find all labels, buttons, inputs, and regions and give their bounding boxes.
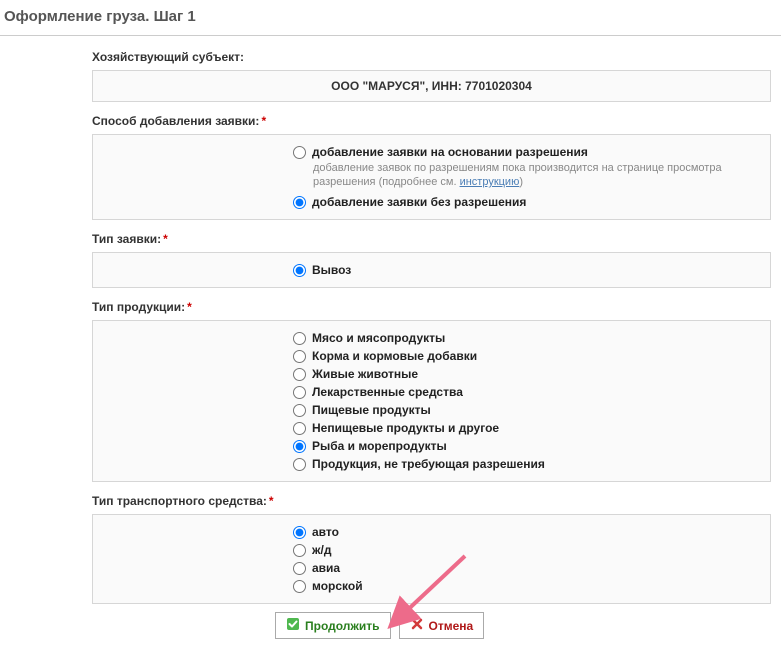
button-row: Продолжить Отмена [275, 612, 771, 639]
option-label: добавление заявки без разрешения [312, 194, 526, 210]
product-type-option-7[interactable]: Продукция, не требующая разрешения [293, 455, 760, 473]
add-method-label: Способ добавления заявки:* [10, 110, 771, 132]
product-type-option-2[interactable]: Живые животные [293, 365, 760, 383]
product-type-radio-0[interactable] [293, 332, 306, 345]
option-label: авто [312, 524, 339, 540]
add-method-radio-1[interactable] [293, 196, 306, 209]
subject-label: Хозяйствующий субъект: [10, 46, 771, 68]
form-panel: Хозяйствующий субъект: ООО "МАРУСЯ", ИНН… [0, 35, 781, 657]
transport-type-option-1[interactable]: ж/д [293, 541, 760, 559]
transport-type-radio-1[interactable] [293, 544, 306, 557]
option-label: Продукция, не требующая разрешения [312, 456, 545, 472]
request-type-options: Вывоз [92, 252, 771, 288]
cancel-icon [410, 617, 424, 634]
cancel-button[interactable]: Отмена [399, 612, 485, 639]
option-label: морской [312, 578, 363, 594]
instruction-link[interactable]: инструкцию [460, 176, 520, 188]
product-type-option-4[interactable]: Пищевые продукты [293, 401, 760, 419]
product-type-radio-1[interactable] [293, 350, 306, 363]
add-method-option-1[interactable]: добавление заявки без разрешения [293, 193, 760, 211]
continue-button[interactable]: Продолжить [275, 612, 391, 639]
option-label: Живые животные [312, 366, 418, 382]
product-type-radio-2[interactable] [293, 368, 306, 381]
product-type-label: Тип продукции:* [10, 296, 771, 318]
continue-button-label: Продолжить [305, 619, 380, 633]
transport-type-radio-0[interactable] [293, 526, 306, 539]
transport-type-radio-3[interactable] [293, 580, 306, 593]
request-type-option-0[interactable]: Вывоз [293, 261, 760, 279]
option-label: Пищевые продукты [312, 402, 431, 418]
product-type-option-0[interactable]: Мясо и мясопродукты [293, 329, 760, 347]
transport-type-option-3[interactable]: морской [293, 577, 760, 595]
transport-type-option-2[interactable]: авиа [293, 559, 760, 577]
product-type-radio-5[interactable] [293, 422, 306, 435]
required-mark: * [261, 114, 266, 128]
option-label: Корма и кормовые добавки [312, 348, 477, 364]
option-label: добавление заявки на основании разрешени… [312, 144, 588, 160]
request-type-radio-0[interactable] [293, 264, 306, 277]
product-type-option-6[interactable]: Рыба и морепродукты [293, 437, 760, 455]
required-mark: * [187, 300, 192, 314]
transport-type-radio-2[interactable] [293, 562, 306, 575]
transport-type-option-0[interactable]: авто [293, 523, 760, 541]
option-label: Непищевые продукты и другое [312, 420, 499, 436]
option-label: Рыба и морепродукты [312, 438, 447, 454]
product-type-radio-4[interactable] [293, 404, 306, 417]
required-mark: * [163, 232, 168, 246]
page-title: Оформление груза. Шаг 1 [0, 0, 781, 35]
transport-type-options: авто ж/д авиа морской [92, 514, 771, 604]
product-type-option-3[interactable]: Лекарственные средства [293, 383, 760, 401]
request-type-label: Тип заявки:* [10, 228, 771, 250]
product-type-radio-6[interactable] [293, 440, 306, 453]
product-type-radio-7[interactable] [293, 458, 306, 471]
option-label: Мясо и мясопродукты [312, 330, 445, 346]
transport-type-label: Тип транспортного средства:* [10, 490, 771, 512]
check-icon [286, 617, 300, 634]
option-label: ж/д [312, 542, 331, 558]
option-label: авиа [312, 560, 340, 576]
required-mark: * [269, 494, 274, 508]
product-type-radio-3[interactable] [293, 386, 306, 399]
add-method-option-0[interactable]: добавление заявки на основании разрешени… [293, 143, 760, 161]
add-method-helper: добавление заявок по разрешениям пока пр… [293, 161, 760, 193]
product-type-option-1[interactable]: Корма и кормовые добавки [293, 347, 760, 365]
subject-value: ООО "МАРУСЯ", ИНН: 7701020304 [92, 70, 771, 102]
option-label: Лекарственные средства [312, 384, 463, 400]
product-type-option-5[interactable]: Непищевые продукты и другое [293, 419, 760, 437]
product-type-options: Мясо и мясопродукты Корма и кормовые доба… [92, 320, 771, 482]
cancel-button-label: Отмена [429, 619, 474, 633]
add-method-options: добавление заявки на основании разрешени… [92, 134, 771, 220]
option-label: Вывоз [312, 262, 351, 278]
add-method-radio-0[interactable] [293, 146, 306, 159]
